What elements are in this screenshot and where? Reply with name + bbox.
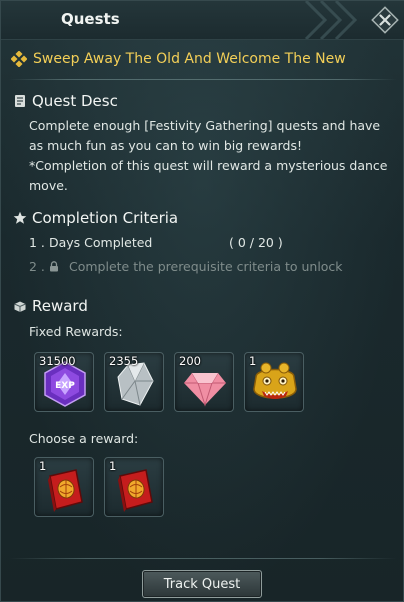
- panel-title: Quests: [61, 10, 120, 28]
- reward-quantity: 1: [249, 354, 257, 368]
- close-button[interactable]: [371, 6, 399, 34]
- footer-divider: [9, 558, 397, 559]
- track-quest-button[interactable]: Track Quest: [142, 570, 262, 598]
- quest-name: Sweep Away The Old And Welcome The New: [33, 51, 346, 67]
- criteria-progress: ( 0 / 20 ): [229, 235, 283, 250]
- red-book-icon: [118, 469, 153, 512]
- reward-heading: Reward: [13, 297, 88, 315]
- quest-name-row: Sweep Away The Old And Welcome The New: [11, 49, 346, 69]
- choose-reward-label: Choose a reward:: [29, 431, 139, 446]
- reward-quantity: 200: [179, 354, 201, 368]
- quest-panel: Quests Sweep Away The Old And Welcome Th…: [0, 0, 404, 602]
- reward-slot[interactable]: 1: [244, 352, 304, 412]
- quest-desc-heading: Quest Desc: [13, 92, 118, 110]
- reward-quantity: 1: [109, 459, 117, 473]
- choose-reward-slot[interactable]: 1: [34, 457, 94, 517]
- criteria-text: Complete the prerequisite criteria to un…: [69, 259, 343, 274]
- criteria-item-locked: 2 . Complete the prerequisite criteria t…: [29, 259, 343, 274]
- reward-quantity: 2355: [109, 354, 139, 368]
- reward-quantity: 31500: [39, 354, 76, 368]
- quest-marker-icon: [11, 51, 27, 67]
- criteria-number: 1 .: [29, 235, 45, 250]
- criteria-item: 1 . Days Completed ( 0 / 20 ): [29, 235, 283, 250]
- description-text: Complete enough [Festivity Gathering] qu…: [29, 118, 381, 153]
- reward-slot[interactable]: 200: [174, 352, 234, 412]
- gift-box-icon: [13, 299, 27, 313]
- star-icon: [13, 211, 27, 225]
- divider: [9, 79, 397, 80]
- criteria-number: 2 .: [29, 259, 45, 274]
- reward-slot[interactable]: 31500 EXP: [34, 352, 94, 412]
- header-ornament-icon: [304, 1, 358, 39]
- red-book-icon: [48, 469, 83, 512]
- reward-title: Reward: [32, 297, 88, 315]
- description-note: *Completion of this quest will reward a …: [29, 158, 388, 193]
- exp-logo: EXP: [55, 381, 75, 391]
- completion-criteria-heading: Completion Criteria: [13, 209, 178, 227]
- choose-reward-slot[interactable]: 1: [104, 457, 164, 517]
- quest-desc-title: Quest Desc: [32, 92, 118, 110]
- completion-criteria-title: Completion Criteria: [32, 209, 179, 227]
- criteria-text: Days Completed: [49, 235, 153, 250]
- close-icon: [371, 6, 399, 34]
- document-icon: [13, 94, 27, 108]
- lock-icon: [49, 261, 59, 272]
- reward-slot[interactable]: 2355: [104, 352, 164, 412]
- fixed-rewards-label: Fixed Rewards:: [29, 324, 123, 339]
- reward-quantity: 1: [39, 459, 47, 473]
- quest-description: Complete enough [Festivity Gathering] qu…: [29, 116, 389, 196]
- golden-lion-head-icon: [253, 362, 297, 399]
- panel-header: Quests: [1, 1, 404, 40]
